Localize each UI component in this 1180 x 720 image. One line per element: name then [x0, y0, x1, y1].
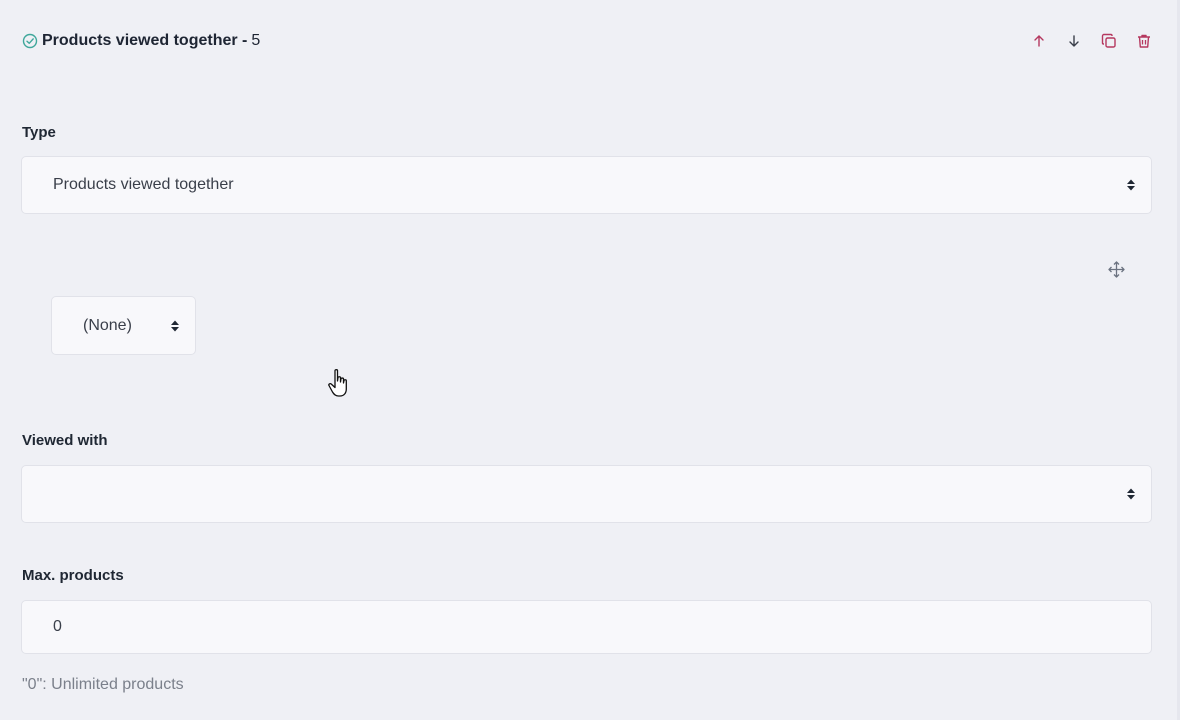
max-products-label: Max. products [22, 567, 124, 584]
sort-caret-icon [1127, 488, 1135, 500]
check-circle-icon [22, 33, 38, 49]
type-select-value: Products viewed together [53, 176, 234, 193]
duplicate-button[interactable] [1099, 31, 1119, 51]
max-products-input[interactable]: 0 [21, 600, 1152, 654]
move-up-button[interactable] [1029, 31, 1049, 51]
move-down-button[interactable] [1064, 31, 1084, 51]
arrow-down-icon [1069, 35, 1079, 47]
max-products-value: 0 [53, 618, 62, 635]
type-select[interactable]: Products viewed together [21, 156, 1152, 214]
block-title: Products viewed together - [42, 32, 248, 49]
condition-select-value: (None) [83, 316, 132, 334]
move-handle-icon[interactable] [1108, 261, 1125, 278]
max-products-help: "0": Unlimited products [22, 676, 184, 693]
sort-caret-icon [171, 320, 179, 331]
block-toolbar [1014, 31, 1154, 51]
copy-icon [1101, 33, 1116, 48]
trash-icon [1138, 34, 1150, 48]
arrow-up-icon [1034, 35, 1044, 47]
viewed-with-label: Viewed with [22, 432, 108, 449]
block-header: Products viewed together - 5 [22, 30, 260, 52]
type-label: Type [22, 124, 56, 141]
block-count: 5 [251, 32, 261, 49]
hand-cursor-icon [328, 369, 347, 397]
sort-caret-icon [1127, 179, 1135, 191]
viewed-with-select[interactable] [21, 465, 1152, 523]
condition-select[interactable]: (None) [51, 296, 196, 355]
delete-button[interactable] [1134, 31, 1154, 51]
